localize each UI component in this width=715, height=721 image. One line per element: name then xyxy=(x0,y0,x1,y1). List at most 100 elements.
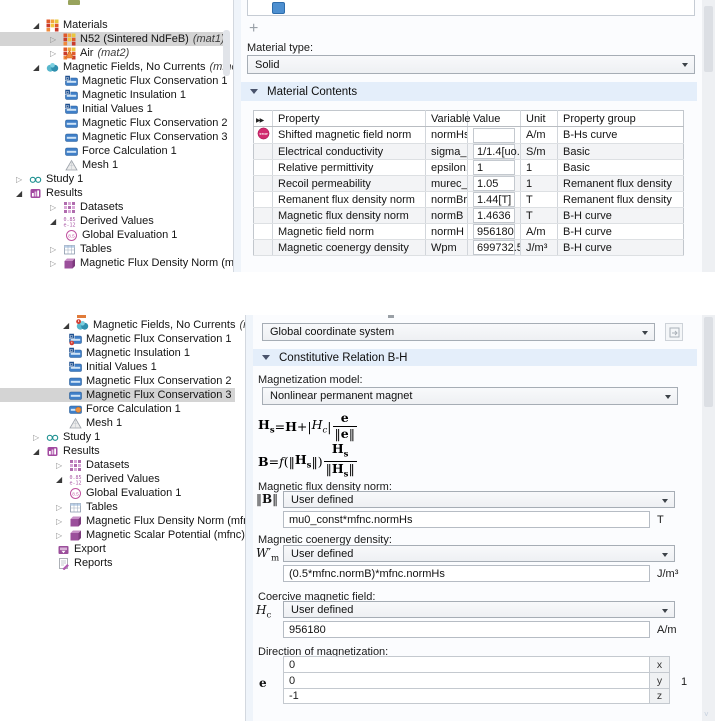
tree-item-magnetic-flux-conservation-2[interactable]: Magnetic Flux Conservation 2 xyxy=(0,116,223,130)
collapse-arrow-icon[interactable]: ◢ xyxy=(56,475,68,484)
flux-density-norm-input[interactable]: mu0_const*mfnc.normHs xyxy=(283,511,650,528)
collapse-arrow-icon[interactable]: ◢ xyxy=(63,321,75,330)
direction-x-input[interactable]: 0 xyxy=(283,656,650,672)
tree-item-label: Force Calculation 1 xyxy=(86,403,181,415)
expand-arrow-icon[interactable]: ▷ xyxy=(50,245,62,254)
table-row-magnetic-coenergy-density[interactable]: Magnetic coenergy densityWpm699732.524J/… xyxy=(254,240,684,256)
tree-item-magnetic-insulation-1[interactable]: DMagnetic Insulation 1 xyxy=(0,346,235,360)
tree-item-initial-values-1[interactable]: DInitial Values 1 xyxy=(0,102,223,116)
flag-cell xyxy=(254,240,273,256)
value-input[interactable]: 699732.524 xyxy=(473,240,515,255)
tree-item-magnetic-flux-conservation-1[interactable]: DMagnetic Flux Conservation 1 xyxy=(0,332,235,346)
section-constitutive-relation[interactable]: Constitutive Relation B-H xyxy=(253,349,697,366)
expand-arrow-icon[interactable]: ▷ xyxy=(56,517,68,526)
value-input[interactable]: 1 xyxy=(473,160,515,175)
tree-item-air[interactable]: ▷Air(mat2) xyxy=(0,46,223,60)
tree-item-study-1[interactable]: ▷Study 1 xyxy=(0,172,223,186)
expand-arrow-icon[interactable]: ▷ xyxy=(56,503,68,512)
magnetization-model-select[interactable]: Nonlinear permanent magnet xyxy=(262,387,678,405)
tree-item-global-evaluation-1[interactable]: 8.5Global Evaluation 1 xyxy=(0,228,223,242)
tree-item-datasets[interactable]: ▷Datasets xyxy=(0,458,235,472)
selection-listbox-partial[interactable] xyxy=(247,0,695,16)
collapse-arrow-icon[interactable]: ◢ xyxy=(33,447,45,456)
collapse-arrow-icon[interactable]: ◢ xyxy=(16,189,28,198)
feature-icon xyxy=(65,131,78,144)
feature-icon xyxy=(65,145,78,158)
value-input[interactable]: 1.44[T] xyxy=(473,192,515,207)
coenergy-density-input[interactable]: (0.5*mfnc.normB)*mfnc.normHs xyxy=(283,565,650,582)
table-row-magnetic-field-norm[interactable]: Magnetic field normnormH956180A/mB-H cur… xyxy=(254,224,684,240)
table-row-electrical-conductivity[interactable]: Electrical conductivitysigma_...1/1.4[uo… xyxy=(254,144,684,160)
direction-z-input[interactable]: -1 xyxy=(283,688,650,704)
coercive-field-input[interactable]: 956180 xyxy=(283,621,650,638)
table-row-shifted-magnetic-field-norm[interactable]: STOPShifted magnetic field normnormHsA/m… xyxy=(254,127,684,144)
material-type-select[interactable]: Solid xyxy=(247,55,695,74)
value-input[interactable]: 1/1.4[uo... xyxy=(473,144,515,159)
tree-item-initial-values-1[interactable]: DInitial Values 1 xyxy=(0,360,235,374)
collapse-arrow-icon[interactable]: ◢ xyxy=(33,21,45,30)
expand-arrow-icon[interactable]: ▷ xyxy=(56,461,68,470)
tree-item-magnetic-fields-no-currents[interactable]: ◢Magnetic Fields, No Currents(mfnc) xyxy=(0,60,223,74)
tree-item-mesh-1[interactable]: Mesh 1 xyxy=(0,416,235,430)
materials-icon xyxy=(46,19,59,32)
tree-item-derived-values[interactable]: ◢0.85e-12Derived Values xyxy=(0,472,235,486)
table-row-recoil-permeability[interactable]: Recoil permeabilitymurec_...1.051Remanen… xyxy=(254,176,684,192)
section-material-contents[interactable]: Material Contents xyxy=(241,82,697,101)
tree-item-export[interactable]: Export xyxy=(0,542,235,556)
table-row-remanent-flux-density-norm[interactable]: Remanent flux density normnormBr1.44[T]T… xyxy=(254,192,684,208)
tree-item-tables[interactable]: ▷Tables xyxy=(0,242,223,256)
table-row-magnetic-flux-density-norm[interactable]: Magnetic flux density normnormB1.4636TB-… xyxy=(254,208,684,224)
tree-item-magnetic-flux-density-norm-mfnc[interactable]: ▷Magnetic Flux Density Norm (mfnc) xyxy=(0,256,223,270)
table-row-relative-permittivity[interactable]: Relative permittivityepsilon...11Basic xyxy=(254,160,684,176)
coercive-field-select[interactable]: User defined xyxy=(283,601,675,618)
expand-arrow-icon[interactable]: ▷ xyxy=(50,259,62,268)
expand-arrow-icon[interactable]: ▷ xyxy=(50,49,62,58)
panel-scrollbar[interactable]: ˅ xyxy=(702,315,715,721)
tree-item-tables[interactable]: ▷Tables xyxy=(0,500,235,514)
expand-arrow-icon[interactable]: ▷ xyxy=(16,175,28,184)
tree-item-mesh-1[interactable]: Mesh 1 xyxy=(0,158,223,172)
tree-item-reports[interactable]: Reports xyxy=(0,556,235,570)
tree-scrollbar-thumb[interactable] xyxy=(223,30,230,76)
tree-item-results[interactable]: ◢Results xyxy=(0,444,235,458)
group-cell: B-H curve xyxy=(558,224,684,240)
tree-item-n52-sintered-ndfeb[interactable]: ▷N52 (Sintered NdFeB)(mat1) xyxy=(0,32,223,46)
value-input[interactable] xyxy=(473,128,515,143)
tree-item-label: Global Evaluation 1 xyxy=(82,229,177,241)
tree-item-force-calculation-1[interactable]: Force Calculation 1 xyxy=(0,144,223,158)
tree-item-magnetic-flux-conservation-2[interactable]: Magnetic Flux Conservation 2 xyxy=(0,374,235,388)
equation-b: B = f(‖Hs‖)Hs‖Hs‖ xyxy=(258,444,358,478)
tree-item-materials[interactable]: ◢Materials xyxy=(0,18,223,32)
tree-item-magnetic-insulation-1[interactable]: DMagnetic Insulation 1 xyxy=(0,88,223,102)
tree-item-study-1[interactable]: ▷Study 1 xyxy=(0,430,235,444)
tree-item-global-evaluation-1[interactable]: 8.5Global Evaluation 1 xyxy=(0,486,235,500)
tree-item-magnetic-scalar-potential-mfnc[interactable]: ▷Magnetic Scalar Potential (mfnc) xyxy=(0,528,235,542)
go-to-source-button[interactable] xyxy=(665,323,683,341)
tree-item-magnetic-flux-conservation-3[interactable]: Magnetic Flux Conservation 3 xyxy=(0,388,235,402)
value-input[interactable]: 1.4636 xyxy=(473,208,515,223)
tree-item-magnetic-flux-conservation-3[interactable]: Magnetic Flux Conservation 3 xyxy=(0,130,223,144)
expand-arrow-icon[interactable]: ▷ xyxy=(33,433,45,442)
clipped-node-icon xyxy=(68,0,80,5)
value-input[interactable]: 956180 xyxy=(473,224,515,239)
tree-item-datasets[interactable]: ▷Datasets xyxy=(0,200,223,214)
tree-item-magnetic-flux-conservation-1[interactable]: DMagnetic Flux Conservation 1 xyxy=(0,74,223,88)
add-to-selection-button[interactable]: + xyxy=(249,22,258,36)
collapse-arrow-icon[interactable]: ◢ xyxy=(50,217,62,226)
flux-density-norm-select[interactable]: User defined xyxy=(283,491,675,508)
collapse-arrow-icon[interactable]: ◢ xyxy=(33,63,45,72)
expand-arrow-icon[interactable]: ▷ xyxy=(50,203,62,212)
tree-item-derived-values[interactable]: ◢0.85e-12Derived Values xyxy=(0,214,223,228)
direction-y-input[interactable]: 0 xyxy=(283,672,650,688)
tree-item-magnetic-flux-density-norm-mfnc[interactable]: ▷Magnetic Flux Density Norm (mfnc) xyxy=(0,514,235,528)
panel-scrollbar[interactable] xyxy=(702,0,715,272)
coenergy-density-select[interactable]: User defined xyxy=(283,545,675,562)
coordinate-system-select[interactable]: Global coordinate system xyxy=(262,323,655,341)
tree-item-magnetic-fields-no-currents[interactable]: ◢Magnetic Fields, No Currents(mfnc) xyxy=(0,318,235,332)
expand-arrow-icon[interactable]: ▷ xyxy=(50,35,62,44)
value-input[interactable]: 1.05 xyxy=(473,176,515,191)
tree-item-results[interactable]: ◢Results xyxy=(0,186,223,200)
expand-arrow-icon[interactable]: ▷ xyxy=(56,531,68,540)
direction-norm-label: 1 xyxy=(681,676,687,688)
tree-item-force-calculation-1[interactable]: Force Calculation 1 xyxy=(0,402,235,416)
